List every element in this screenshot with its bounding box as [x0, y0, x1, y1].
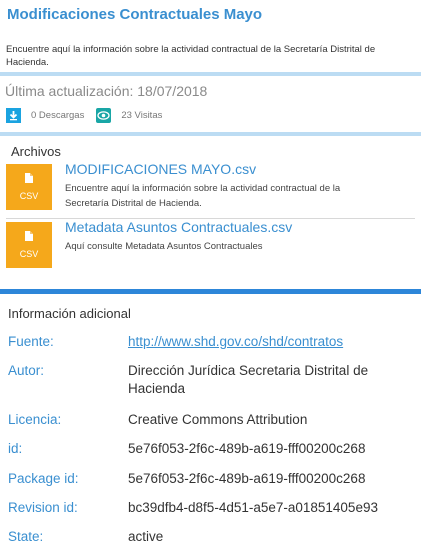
info-key: State: — [8, 529, 44, 544]
info-value: 5e76f053-2f6c-489b-a619-fff00200c268 — [128, 441, 366, 456]
last-updated: Última actualización: 18/07/2018 — [5, 83, 208, 99]
visits-count: 23 Visitas — [121, 109, 163, 121]
dataset-stats: 0 Descargas 23 Visitas — [6, 107, 162, 123]
info-key: Revision id: — [8, 500, 78, 515]
file-format: CSV — [19, 191, 39, 201]
file-csv-icon[interactable]: CSV — [6, 222, 52, 268]
file-format: CSV — [19, 249, 39, 259]
source-link[interactable]: http://www.shd.gov.co/shd/contratos — [128, 333, 418, 351]
divider — [0, 72, 421, 76]
info-key: Licencia: — [8, 412, 62, 427]
info-key: id: — [8, 441, 23, 456]
info-value: active — [128, 529, 164, 544]
divider — [0, 132, 421, 136]
dataset-title: Modificaciones Contractuales Mayo — [7, 6, 263, 23]
dataset-description: Encuentre aquí la información sobre la a… — [6, 44, 376, 68]
info-value: bc39dfb4-d8f5-4d51-a5e7-a01851405e93 — [128, 500, 378, 515]
file-description: Aquí consulte Metadata Asuntos Contractu… — [65, 241, 263, 252]
file-name-link[interactable]: MODIFICACIONES MAYO.csv — [65, 161, 256, 177]
file-description: Encuentre aquí la información sobre la a… — [65, 183, 341, 209]
eye-icon — [96, 107, 112, 123]
divider — [0, 289, 421, 294]
info-value: 5e76f053-2f6c-489b-a619-fff00200c268 — [128, 471, 366, 486]
files-heading: Archivos — [11, 144, 61, 159]
info-key: Package id: — [8, 471, 79, 486]
downloads-count: 0 Descargas — [31, 109, 85, 121]
info-value: Dirección Jurídica Secretaria Distrital … — [128, 363, 369, 396]
file-csv-icon[interactable]: CSV — [6, 164, 52, 210]
info-value: Creative Commons Attribution — [128, 412, 308, 427]
info-key: Autor: — [8, 363, 45, 378]
info-heading: Información adicional — [8, 306, 131, 321]
file-name-link[interactable]: Metadata Asuntos Contractuales.csv — [65, 219, 292, 235]
download-icon — [6, 107, 21, 123]
info-key: Fuente: — [8, 334, 54, 349]
